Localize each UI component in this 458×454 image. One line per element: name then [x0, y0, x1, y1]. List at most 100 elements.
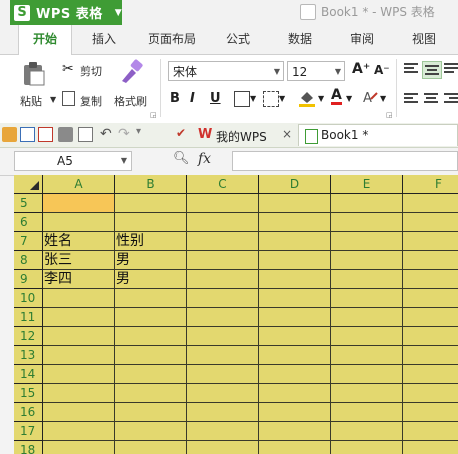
- cell-e5[interactable]: [331, 194, 403, 213]
- cell-f12[interactable]: [403, 327, 458, 346]
- cell-f9[interactable]: [403, 270, 458, 289]
- cell-c8[interactable]: [187, 251, 259, 270]
- cell-c11[interactable]: [187, 308, 259, 327]
- cell-d11[interactable]: [259, 308, 331, 327]
- row-header-5[interactable]: 5: [14, 194, 43, 213]
- cell-b14[interactable]: [115, 365, 187, 384]
- font-name-select[interactable]: 宋体 ▼: [168, 61, 284, 81]
- cell-b16[interactable]: [115, 403, 187, 422]
- align-right-icon[interactable]: [444, 93, 458, 105]
- cell-b17[interactable]: [115, 422, 187, 441]
- worksheet-grid[interactable]: A B C D E F 5 6 7 姓名 性别 8 张三男 9 李四男 10 11 12 13 14 15 16 17 18: [14, 175, 458, 454]
- tab-data[interactable]: 数据: [276, 25, 324, 54]
- cell-d9[interactable]: [259, 270, 331, 289]
- cell-a6[interactable]: [43, 213, 115, 232]
- cell-a16[interactable]: [43, 403, 115, 422]
- cell-d12[interactable]: [259, 327, 331, 346]
- cell-d17[interactable]: [259, 422, 331, 441]
- dialog-launcher-icon[interactable]: ◲: [150, 111, 157, 119]
- row-header-9[interactable]: 9: [14, 270, 43, 289]
- copy-icon[interactable]: [62, 91, 75, 106]
- open-folder-icon[interactable]: [2, 127, 17, 142]
- cell-b13[interactable]: [115, 346, 187, 365]
- tab-formulas[interactable]: 公式: [214, 25, 262, 54]
- shrink-font-button[interactable]: A⁻: [374, 63, 390, 77]
- cell-a14[interactable]: [43, 365, 115, 384]
- cell-b6[interactable]: [115, 213, 187, 232]
- column-header-a[interactable]: A: [43, 175, 115, 194]
- cell-f5[interactable]: [403, 194, 458, 213]
- cell-e14[interactable]: [331, 365, 403, 384]
- column-header-e[interactable]: E: [331, 175, 403, 194]
- cell-b5[interactable]: [115, 194, 187, 213]
- align-middle-icon[interactable]: [422, 61, 442, 79]
- chevron-down-icon[interactable]: ▼: [250, 94, 256, 103]
- cell-c15[interactable]: [187, 384, 259, 403]
- name-box[interactable]: A5 ▼: [14, 151, 132, 171]
- cell-f16[interactable]: [403, 403, 458, 422]
- column-header-d[interactable]: D: [259, 175, 331, 194]
- cell-d10[interactable]: [259, 289, 331, 308]
- cell-e16[interactable]: [331, 403, 403, 422]
- cell-f18[interactable]: [403, 441, 458, 454]
- cell-c13[interactable]: [187, 346, 259, 365]
- cell-d16[interactable]: [259, 403, 331, 422]
- chevron-down-icon[interactable]: ▼: [380, 94, 386, 103]
- export-pdf-icon[interactable]: [38, 127, 53, 142]
- row-header-17[interactable]: 17: [14, 422, 43, 441]
- formula-input[interactable]: [232, 151, 458, 171]
- print-preview-icon[interactable]: [78, 127, 93, 142]
- cell-d7[interactable]: [259, 232, 331, 251]
- row-header-7[interactable]: 7: [14, 232, 43, 251]
- cell-c17[interactable]: [187, 422, 259, 441]
- cell-a9[interactable]: 李四: [43, 270, 115, 289]
- align-center-icon[interactable]: [424, 93, 438, 105]
- cell-b7[interactable]: 性别: [115, 232, 187, 251]
- row-header-12[interactable]: 12: [14, 327, 43, 346]
- paste-icon[interactable]: [20, 61, 46, 87]
- cell-f13[interactable]: [403, 346, 458, 365]
- cell-a13[interactable]: [43, 346, 115, 365]
- align-left-icon[interactable]: [404, 93, 418, 105]
- column-header-f[interactable]: F: [403, 175, 458, 194]
- cell-c16[interactable]: [187, 403, 259, 422]
- chevron-down-icon[interactable]: ▼: [346, 94, 352, 103]
- cell-e13[interactable]: [331, 346, 403, 365]
- row-header-13[interactable]: 13: [14, 346, 43, 365]
- chevron-down-icon[interactable]: ▼: [121, 152, 127, 170]
- cell-a10[interactable]: [43, 289, 115, 308]
- tab-view[interactable]: 视图: [400, 25, 448, 54]
- print-icon[interactable]: [58, 127, 73, 142]
- cell-f15[interactable]: [403, 384, 458, 403]
- cell-a11[interactable]: [43, 308, 115, 327]
- cell-d5[interactable]: [259, 194, 331, 213]
- cell-e18[interactable]: [331, 441, 403, 454]
- cut-button[interactable]: 剪切: [80, 63, 102, 79]
- cell-c18[interactable]: [187, 441, 259, 454]
- format-painter-icon[interactable]: [118, 59, 144, 85]
- merge-cells-icon[interactable]: [263, 91, 279, 107]
- select-all-corner[interactable]: [14, 175, 43, 194]
- scissors-icon[interactable]: ✂: [62, 61, 74, 77]
- cell-e17[interactable]: [331, 422, 403, 441]
- row-header-11[interactable]: 11: [14, 308, 43, 327]
- tab-insert[interactable]: 插入: [80, 25, 128, 54]
- cell-f14[interactable]: [403, 365, 458, 384]
- cell-a5[interactable]: [43, 194, 115, 213]
- cell-e10[interactable]: [331, 289, 403, 308]
- cell-a12[interactable]: [43, 327, 115, 346]
- doc-tab-book1[interactable]: Book1 *: [298, 124, 458, 146]
- align-top-icon[interactable]: [404, 63, 418, 75]
- cell-d18[interactable]: [259, 441, 331, 454]
- tab-review[interactable]: 审阅: [338, 25, 386, 54]
- cell-e6[interactable]: [331, 213, 403, 232]
- cell-b11[interactable]: [115, 308, 187, 327]
- underline-button[interactable]: U: [210, 91, 221, 106]
- cell-c10[interactable]: [187, 289, 259, 308]
- cell-e11[interactable]: [331, 308, 403, 327]
- cell-a15[interactable]: [43, 384, 115, 403]
- cell-c5[interactable]: [187, 194, 259, 213]
- column-header-c[interactable]: C: [187, 175, 259, 194]
- redo-icon[interactable]: ↷: [118, 126, 130, 142]
- cell-c14[interactable]: [187, 365, 259, 384]
